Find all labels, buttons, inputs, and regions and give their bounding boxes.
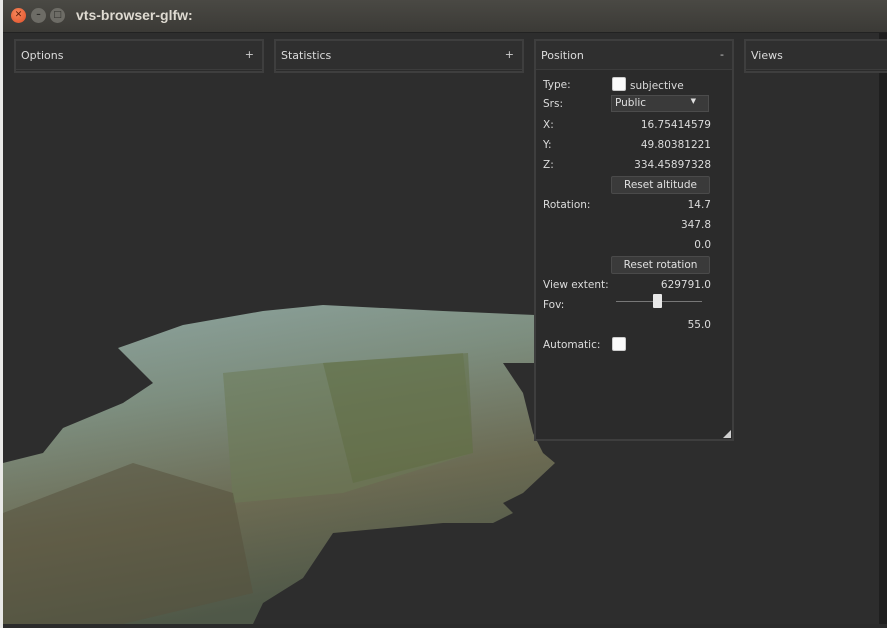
fov-label: Fov: [543,299,565,311]
x-value: 16.75414579 [640,119,711,131]
panel-title: Position [541,49,584,62]
srs-select[interactable]: Public ▼ [611,95,709,112]
rotation-value: 347.8 [680,219,711,231]
view-extent-label: View extent: [543,279,609,291]
view-extent-value: 629791.0 [660,279,711,291]
automatic-label: Automatic: [543,339,601,351]
rotation-value: 0.0 [694,239,711,251]
fov-slider-handle[interactable] [653,294,662,308]
close-icon[interactable]: ✕ [11,8,26,23]
collapse-icon[interactable]: - [720,48,724,61]
subjective-checkbox[interactable] [612,77,626,91]
map-viewport[interactable] [3,33,887,624]
automatic-checkbox[interactable] [612,337,626,351]
reset-rotation-button[interactable]: Reset rotation [611,256,710,274]
z-value: 334.45897328 [634,159,711,171]
reset-altitude-button[interactable]: Reset altitude [611,176,710,194]
statistics-panel: Statistics + [274,39,524,73]
options-panel: Options + [14,39,264,73]
rotation-label: Rotation: [543,199,591,211]
chevron-down-icon: ▼ [690,97,696,105]
panel-title: Options [21,49,64,62]
z-label: Z: [543,159,554,171]
resize-grip-icon[interactable] [723,430,731,438]
rotation-value: 14.7 [687,199,711,211]
srs-value: Public [615,97,647,109]
panel-header[interactable]: Options + [16,41,262,70]
app-window: ✕ – □ vts-browser-glfw: Options + Statis… [3,0,887,624]
y-label: Y: [543,139,552,151]
terrain-render [3,305,555,624]
window-edge [879,33,887,624]
type-label: Type: [543,79,571,91]
window-title: vts-browser-glfw: [76,7,193,23]
title-bar: ✕ – □ vts-browser-glfw: [3,0,887,33]
panel-title: Statistics [281,49,332,62]
position-panel: Position - Type: subjective Srs: Public … [534,39,734,441]
y-value: 49.80381221 [640,139,711,151]
fov-value: 55.0 [687,319,711,331]
x-label: X: [543,119,554,131]
srs-label: Srs: [543,98,563,110]
views-panel: Views [744,39,887,73]
minimize-icon[interactable]: – [31,8,46,23]
subjective-label: subjective [630,80,684,92]
panel-title: Views [751,49,783,62]
panel-header[interactable]: Statistics + [276,41,522,70]
expand-icon[interactable]: + [245,48,254,61]
maximize-icon[interactable]: □ [50,8,65,23]
panel-header[interactable]: Views [746,41,887,70]
expand-icon[interactable]: + [505,48,514,61]
panel-header[interactable]: Position - [536,41,732,70]
